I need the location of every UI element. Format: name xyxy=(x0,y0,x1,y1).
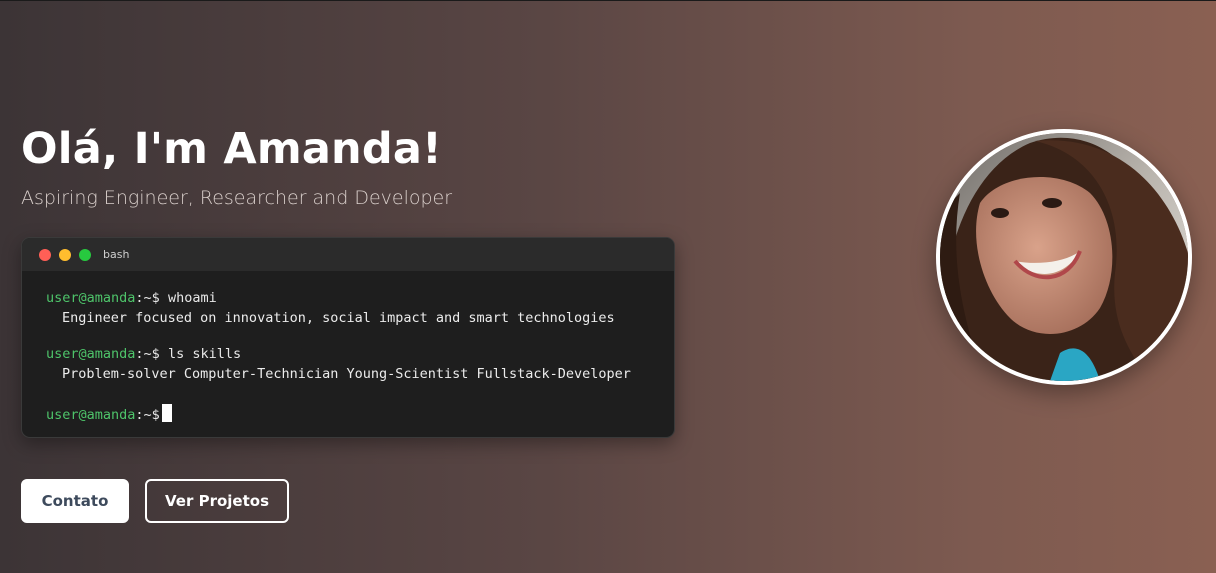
terminal-output: Problem-solver Computer-Technician Young… xyxy=(62,366,631,382)
prompt-symbol: :~$ xyxy=(135,346,160,362)
prompt-symbol: :~$ xyxy=(135,407,160,423)
terminal-titlebar: bash xyxy=(22,238,674,271)
close-dot-icon xyxy=(39,248,51,261)
terminal-title: bash xyxy=(103,248,130,261)
terminal-command-line: user@amanda:~$ ls skills xyxy=(46,344,674,364)
prompt-user: user@amanda xyxy=(46,346,136,362)
terminal-command-line: user@amanda:~$ whoami xyxy=(46,288,674,308)
prompt-user: user@amanda xyxy=(46,290,136,306)
maximize-dot-icon xyxy=(79,248,91,261)
terminal-output: Engineer focused on innovation, social i… xyxy=(62,310,615,326)
top-border xyxy=(0,0,1216,1)
terminal-window: bash user@amanda:~$ whoami Engineer focu… xyxy=(21,237,675,438)
terminal-body: user@amanda:~$ whoami Engineer focused o… xyxy=(22,271,674,424)
terminal-command: ls skills xyxy=(167,346,242,362)
profile-photo xyxy=(936,129,1192,385)
view-projects-button[interactable]: Ver Projetos xyxy=(145,479,289,523)
terminal-cursor xyxy=(161,404,172,422)
profile-photo-image xyxy=(940,133,1188,381)
terminal-prompt-line[interactable]: user@amanda:~$ xyxy=(46,404,674,424)
contact-button[interactable]: Contato xyxy=(21,479,129,523)
minimize-dot-icon xyxy=(59,248,71,261)
prompt-user: user@amanda xyxy=(46,407,136,423)
hero-title: Olá, I'm Amanda! xyxy=(21,124,442,174)
terminal-command: whoami xyxy=(167,290,217,306)
prompt-symbol: :~$ xyxy=(135,290,160,306)
hero-subtitle: Aspiring Engineer, Researcher and Develo… xyxy=(21,187,453,209)
